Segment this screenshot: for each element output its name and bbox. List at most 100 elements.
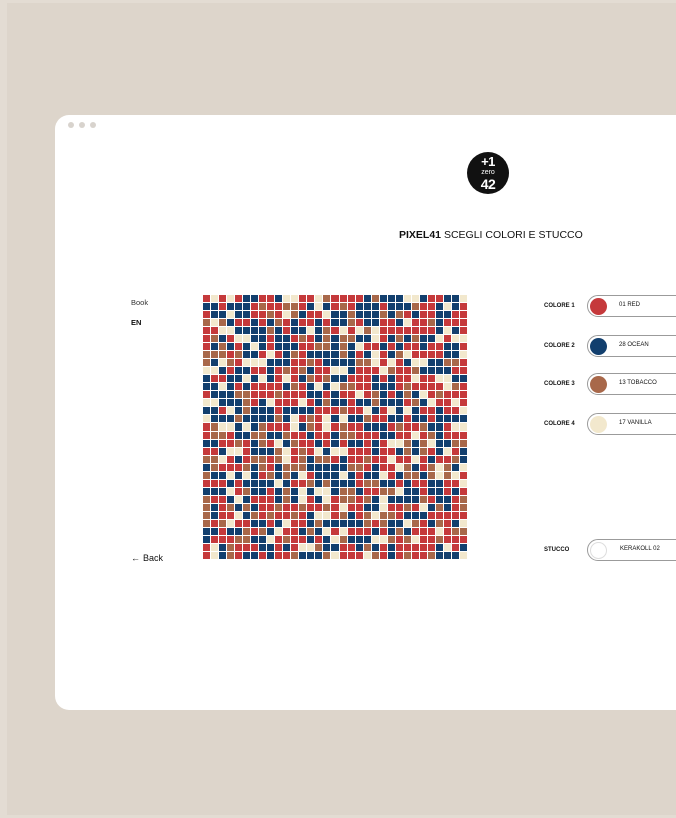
mosaic-tile	[259, 527, 267, 535]
mosaic-tile	[363, 391, 371, 399]
mosaic-tile	[443, 503, 451, 511]
mosaic-tile	[419, 535, 427, 543]
mosaic-tile	[411, 375, 419, 383]
mosaic-tile	[443, 303, 451, 311]
window-dot-icon[interactable]	[90, 122, 96, 128]
mosaic-tile	[403, 503, 411, 511]
title-product: PIXEL41	[399, 229, 442, 241]
mosaic-tile	[219, 423, 227, 431]
mosaic-tile	[355, 423, 363, 431]
mosaic-tile	[347, 367, 355, 375]
mosaic-tile	[315, 335, 323, 343]
mosaic-tile	[331, 311, 339, 319]
mosaic-tile	[259, 383, 267, 391]
mosaic-tile	[299, 311, 307, 319]
window-dot-icon[interactable]	[68, 122, 74, 128]
mosaic-tile	[235, 423, 243, 431]
mosaic-tile	[363, 503, 371, 511]
mosaic-tile	[435, 407, 443, 415]
mosaic-tile	[259, 311, 267, 319]
window-dot-icon[interactable]	[79, 122, 85, 128]
mosaic-tile	[275, 343, 283, 351]
logo-line-2: zero	[481, 169, 495, 176]
mosaic-tile	[459, 439, 467, 447]
mosaic-tile	[339, 455, 347, 463]
mosaic-tile	[227, 383, 235, 391]
mosaic-tile	[379, 335, 387, 343]
mosaic-tile	[331, 295, 339, 303]
mosaic-tile	[243, 407, 251, 415]
mosaic-tile	[387, 463, 395, 471]
mosaic-tile	[451, 423, 459, 431]
logo-line-1: +1	[481, 154, 495, 169]
mosaic-tile	[387, 295, 395, 303]
mosaic-tile	[299, 503, 307, 511]
mosaic-tile	[395, 407, 403, 415]
mosaic-tile	[291, 519, 299, 527]
mosaic-tile	[371, 543, 379, 551]
brand-logo[interactable]: +1 zero 42	[467, 152, 509, 194]
mosaic-tile	[331, 399, 339, 407]
language-switch[interactable]: EN	[131, 318, 141, 327]
mosaic-tile	[443, 343, 451, 351]
mosaic-tile	[355, 391, 363, 399]
mosaic-tile	[331, 415, 339, 423]
mosaic-tile	[243, 335, 251, 343]
mosaic-tile	[347, 359, 355, 367]
mosaic-tile	[235, 359, 243, 367]
mosaic-tile	[419, 383, 427, 391]
color-select-3[interactable]: 13 TOBACCO	[587, 373, 676, 395]
back-button[interactable]: ← Back	[131, 553, 163, 563]
mosaic-tile	[427, 303, 435, 311]
book-link[interactable]: Book	[131, 298, 148, 307]
mosaic-tile	[339, 351, 347, 359]
mosaic-tile	[435, 463, 443, 471]
mosaic-tile	[235, 479, 243, 487]
mosaic-tile	[243, 367, 251, 375]
mosaic-tile	[371, 463, 379, 471]
mosaic-tile	[323, 367, 331, 375]
mosaic-tile	[315, 415, 323, 423]
mosaic-tile	[403, 391, 411, 399]
color-select-1[interactable]: 01 RED	[587, 295, 676, 317]
mosaic-tile	[203, 455, 211, 463]
mosaic-tile	[307, 407, 315, 415]
mosaic-tile	[283, 447, 291, 455]
mosaic-tile	[379, 463, 387, 471]
mosaic-tile	[451, 495, 459, 503]
mosaic-tile	[355, 471, 363, 479]
mosaic-tile	[363, 519, 371, 527]
mosaic-tile	[331, 487, 339, 495]
mosaic-tile	[259, 439, 267, 447]
mosaic-tile	[427, 423, 435, 431]
stucco-select[interactable]: KERAKOLL 02	[587, 539, 676, 561]
mosaic-tile	[299, 431, 307, 439]
mosaic-tile	[219, 359, 227, 367]
mosaic-tile	[363, 327, 371, 335]
mosaic-tile	[267, 383, 275, 391]
mosaic-tile	[219, 455, 227, 463]
mosaic-tile	[299, 415, 307, 423]
mosaic-tile	[427, 335, 435, 343]
mosaic-tile	[267, 511, 275, 519]
mosaic-tile	[403, 519, 411, 527]
mosaic-tile	[363, 455, 371, 463]
mosaic-tile	[275, 399, 283, 407]
color-label-3: COLORE 3	[544, 381, 575, 387]
mosaic-tile	[323, 335, 331, 343]
color-select-4[interactable]: 17 VANILLA	[587, 413, 676, 435]
mosaic-tile	[371, 479, 379, 487]
mosaic-tile	[363, 471, 371, 479]
mosaic-tile	[355, 327, 363, 335]
mosaic-tile	[259, 455, 267, 463]
mosaic-tile	[211, 375, 219, 383]
mosaic-tile	[435, 551, 443, 559]
mosaic-tile	[443, 335, 451, 343]
mosaic-tile	[227, 439, 235, 447]
color-select-2[interactable]: 28 OCEAN	[587, 335, 676, 357]
mosaic-tile	[427, 551, 435, 559]
mosaic-tile	[291, 359, 299, 367]
mosaic-tile	[211, 423, 219, 431]
mosaic-tile	[419, 447, 427, 455]
mosaic-tile	[427, 391, 435, 399]
